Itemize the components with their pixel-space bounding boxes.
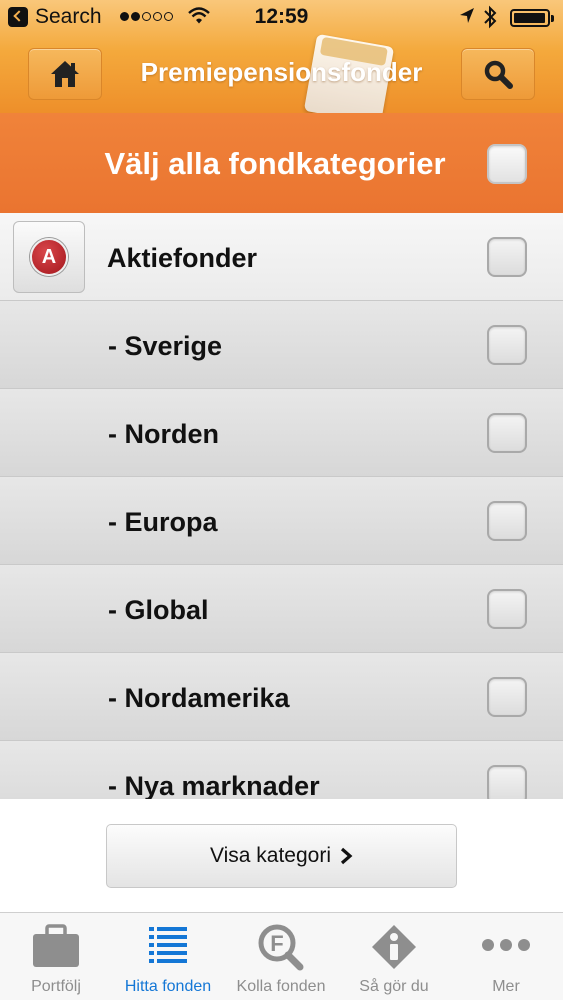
tab-label: Kolla fonden	[236, 978, 326, 995]
top-bar: Search 12:59 Premiepensionsfonder	[0, 0, 563, 125]
aktiefonder-badge-icon: A	[13, 221, 85, 293]
subcategory-label: - Global	[108, 595, 209, 625]
tab-label: Så gör du	[359, 978, 429, 995]
show-category-button[interactable]: Visa kategori	[106, 824, 457, 888]
subcategory-row[interactable]: - Global	[0, 565, 563, 653]
more-dots-icon	[450, 923, 562, 973]
briefcase-icon	[0, 923, 112, 973]
subcategory-row[interactable]: - Europa	[0, 477, 563, 565]
battery-icon	[510, 9, 554, 27]
select-all-checkbox[interactable]	[487, 144, 527, 184]
magnifier-icon	[484, 60, 513, 89]
subcategory-label: - Nordamerika	[108, 683, 290, 713]
info-diamond-icon	[338, 923, 450, 973]
subcategory-checkbox[interactable]	[487, 413, 527, 453]
subcategory-checkbox[interactable]	[487, 765, 527, 799]
subcategory-row[interactable]: - Nordamerika	[0, 653, 563, 741]
tab-mer[interactable]: Mer	[450, 913, 562, 1000]
subcategory-checkbox[interactable]	[487, 677, 527, 717]
subcategory-checkbox[interactable]	[487, 589, 527, 629]
select-all-row[interactable]: Välj alla fondkategorier	[0, 113, 563, 213]
tab-label: Portfölj	[31, 978, 81, 995]
search-button[interactable]	[461, 48, 535, 100]
fund-magnifier-icon: F	[225, 923, 337, 973]
subcategory-row[interactable]: - Nya marknader	[0, 741, 563, 799]
tab-bar: Portfölj Hitta fonden F Kolla fonden Så …	[0, 912, 563, 1000]
category-label: Aktiefonder	[107, 243, 258, 273]
status-bar: Search 12:59	[0, 0, 563, 36]
tab-kolla-fonden[interactable]: F Kolla fonden	[225, 913, 337, 1000]
subcategory-label: - Nya marknader	[108, 771, 320, 799]
subcategory-checkbox[interactable]	[487, 501, 527, 541]
show-category-label: Visa kategori	[209, 844, 332, 867]
select-all-label: Välj alla fondkategorier	[104, 146, 446, 181]
category-letter: A	[30, 238, 68, 276]
tab-portfolj[interactable]: Portfölj	[0, 913, 112, 1000]
list-icon	[112, 923, 224, 973]
chevron-right-icon	[340, 847, 353, 865]
subcategory-checkbox[interactable]	[487, 325, 527, 365]
location-arrow-icon	[460, 8, 474, 23]
subcategory-label: - Sverige	[108, 331, 223, 361]
clock: 12:59	[254, 5, 309, 28]
category-checkbox[interactable]	[487, 237, 527, 277]
bluetooth-icon	[484, 5, 497, 29]
subcategory-row[interactable]: - Norden	[0, 389, 563, 477]
svg-text:F: F	[270, 931, 283, 956]
subcategory-label: - Europa	[108, 507, 218, 537]
tab-sa-gor-du[interactable]: Så gör du	[338, 913, 450, 1000]
subcategory-row[interactable]: - Sverige	[0, 301, 563, 389]
action-area: Visa kategori	[0, 800, 563, 912]
tab-label: Hitta fonden	[124, 978, 212, 995]
tab-label: Mer	[492, 978, 520, 995]
tab-hitta-fonden[interactable]: Hitta fonden	[112, 913, 224, 1000]
subcategory-label: - Norden	[108, 419, 219, 449]
fund-category-list[interactable]: A Aktiefonder - Sverige - Norden - Europ…	[0, 213, 563, 799]
category-row-aktiefonder[interactable]: A Aktiefonder	[0, 213, 563, 301]
